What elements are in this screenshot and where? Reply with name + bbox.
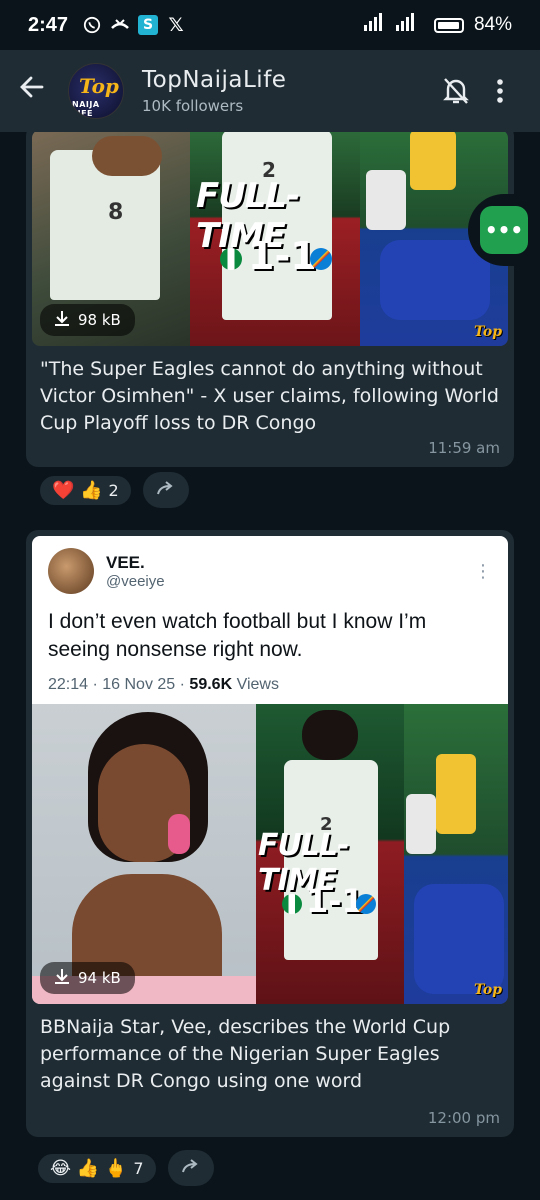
back-arrow-icon[interactable] [18, 73, 58, 109]
tweet-text: I don’t even watch football but I know I… [48, 610, 427, 661]
reactions-row: 😂 👍 🖕 7 [36, 1150, 214, 1186]
channel-avatar[interactable]: Top NAIJA LIFE [68, 63, 124, 119]
reaction-pill[interactable]: 😂 👍 🖕 7 [36, 1151, 158, 1185]
message-bubble[interactable]: VEE. @veeiye ⋮ I don’t even watch footba… [26, 530, 514, 1137]
follower-count: 10K followers [142, 97, 244, 115]
channel-title-area[interactable]: TopNaijaLife 10K followers [142, 67, 434, 115]
score-overlay: 1-1 [248, 234, 317, 278]
more-options-icon[interactable] [478, 78, 522, 104]
reaction-emojis: 😂 👍 🖕 [50, 1157, 128, 1179]
reaction-pill[interactable]: ❤️ 👍 2 [38, 473, 133, 507]
reaction-emojis: ❤️ 👍 [52, 479, 103, 501]
tweet-timestamp: 22:14 · 16 Nov 25 · [48, 676, 190, 693]
download-button[interactable]: 98 kB [40, 304, 135, 336]
tweet-views-count: 59.6K [189, 676, 233, 693]
message-time: 11:59 am [428, 439, 500, 457]
download-icon [54, 310, 70, 330]
tweet-more-icon: ⋮ [474, 560, 492, 582]
x-icon: 𝕏 [168, 14, 184, 36]
message-image[interactable]: 8 2 FULL-TIME 1-1 Top 98 kB [32, 132, 508, 346]
download-button[interactable]: 94 kB [40, 962, 135, 994]
status-bar: 2:47 S 𝕏 84% [0, 0, 540, 50]
image-panel-fulltime: 2 FULL-TIME 1-1 [190, 132, 360, 346]
battery-icon [433, 17, 464, 33]
channel-name: TopNaijaLife [142, 67, 287, 93]
image-panel-celebration: Top [404, 704, 508, 1004]
reaction-count: 2 [108, 480, 119, 500]
tweet-card: VEE. @veeiye ⋮ I don’t even watch footba… [32, 536, 508, 704]
forward-icon [181, 1158, 201, 1179]
watermark-logo: Top [474, 982, 502, 998]
more-dots-icon: ••• [480, 206, 528, 254]
reactions-row: ❤️ 👍 2 [38, 472, 189, 508]
tweet-meta: 22:14 · 16 Nov 25 · 59.6K Views [48, 676, 492, 694]
message-caption: "The Super Eagles cannot do anything wit… [40, 358, 499, 434]
tweet-avatar [48, 548, 94, 594]
tweet-handle: @veeiye [106, 572, 165, 590]
s-app-icon: S [138, 15, 159, 35]
reaction-count: 7 [133, 1158, 144, 1178]
avatar-logo-sub: NAIJA LIFE [72, 100, 100, 118]
mute-bell-icon[interactable] [434, 76, 478, 106]
download-size: 98 kB [78, 311, 121, 329]
message-image[interactable]: VEE. @veeiye ⋮ I don’t even watch footba… [32, 536, 508, 1004]
message-time: 12:00 pm [427, 1109, 500, 1127]
forward-button[interactable] [167, 1150, 214, 1186]
status-time: 2:47 [28, 13, 69, 36]
tweet-views-label: Views [232, 676, 279, 693]
whatsapp-icon [82, 15, 102, 35]
channel-header: Top NAIJA LIFE TopNaijaLife 10K follower… [0, 50, 540, 132]
image-panel-fulltime: 2 FULL-TIME 1-1 [256, 704, 404, 1004]
missed-call-icon [110, 15, 130, 35]
chat-area[interactable]: 8 2 FULL-TIME 1-1 Top 98 kB "The Super E… [0, 132, 540, 1200]
message-caption: BBNaija Star, Vee, describes the World C… [40, 1016, 451, 1092]
download-size: 94 kB [78, 969, 121, 987]
avatar-logo: Top [79, 74, 119, 98]
floating-action-button[interactable]: ••• [468, 194, 540, 266]
message-bubble[interactable]: 8 2 FULL-TIME 1-1 Top 98 kB "The Super E… [26, 132, 514, 467]
tweet-username: VEE. [106, 552, 145, 572]
notification-icons: S 𝕏 [82, 14, 186, 36]
signal-icon [362, 13, 424, 37]
battery-percent: 84% [473, 14, 512, 35]
download-icon [54, 968, 70, 988]
forward-button[interactable] [142, 472, 189, 508]
image-panel-portrait [32, 704, 256, 1004]
score-overlay: 1-1 [306, 882, 364, 920]
watermark-logo: Top [474, 324, 502, 340]
forward-icon [156, 480, 176, 501]
